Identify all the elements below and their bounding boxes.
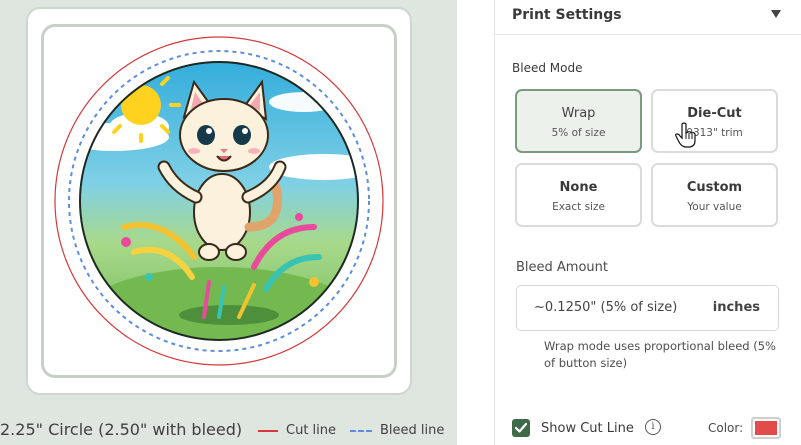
bleed-help-text: Wrap mode uses proportional bleed (5% of… <box>544 339 776 370</box>
diecut-subtitle: 0313" trim <box>686 127 743 139</box>
panel-title: Print Settings <box>512 7 622 23</box>
wrap-title: Wrap <box>561 106 596 121</box>
bleed-line-circle <box>68 50 370 352</box>
panel-gutter <box>457 0 495 445</box>
info-icon[interactable]: i <box>645 419 661 435</box>
print-settings-panel: Print Settings Bleed Mode Wrap 5% of siz… <box>495 0 801 445</box>
custom-title: Custom <box>686 180 743 195</box>
bleed-amount-label: Bleed Amount <box>516 260 608 275</box>
legend-cut-label: Cut line <box>286 423 337 438</box>
cut-line-swatch <box>258 429 278 432</box>
none-subtitle: Exact size <box>552 201 605 213</box>
button-edge-circle <box>79 61 359 341</box>
checkmark-icon <box>514 422 528 433</box>
bleed-mode-none-button[interactable]: None Exact size <box>515 163 642 227</box>
size-caption: 2.25" Circle (2.50" with bleed) <box>0 420 243 439</box>
bleed-amount-unit: inches <box>712 300 760 315</box>
collapse-triangle-icon[interactable] <box>771 10 781 18</box>
none-title: None <box>559 180 598 195</box>
show-cut-line-checkbox[interactable] <box>512 419 530 437</box>
guide-lines <box>54 36 384 366</box>
custom-subtitle: Your value <box>687 201 742 213</box>
print-settings-header[interactable]: Print Settings <box>495 0 801 35</box>
wrap-subtitle: 5% of size <box>551 127 606 139</box>
diecut-title: Die-Cut <box>687 106 742 121</box>
hand-pointer-icon <box>675 122 696 148</box>
bleed-mode-diecut-button[interactable]: Die-Cut 0313" trim <box>651 89 778 153</box>
bleed-mode-custom-button[interactable]: Custom Your value <box>651 163 778 227</box>
bleed-line-swatch <box>350 429 372 432</box>
bleed-mode-wrap-button[interactable]: Wrap 5% of size <box>515 89 642 153</box>
button-preview <box>41 24 397 378</box>
cut-line-color-fill <box>755 421 777 435</box>
bleed-amount-value: ~0.1250" (5% of size) <box>534 300 678 315</box>
legend-cut-line: Cut line <box>258 423 336 438</box>
cut-line-circle <box>54 36 384 366</box>
color-label: Color: <box>708 421 744 435</box>
bleed-mode-label: Bleed Mode <box>512 61 583 75</box>
legend-bleed-line: Bleed line <box>350 423 444 438</box>
legend-bleed-label: Bleed line <box>380 423 445 438</box>
show-cut-line-label: Show Cut Line <box>541 421 634 436</box>
preview-area: 2.25" Circle (2.50" with bleed) Cut line… <box>0 0 457 445</box>
bleed-amount-field[interactable]: ~0.1250" (5% of size) inches <box>516 285 779 331</box>
cut-line-color-picker[interactable] <box>751 417 781 439</box>
